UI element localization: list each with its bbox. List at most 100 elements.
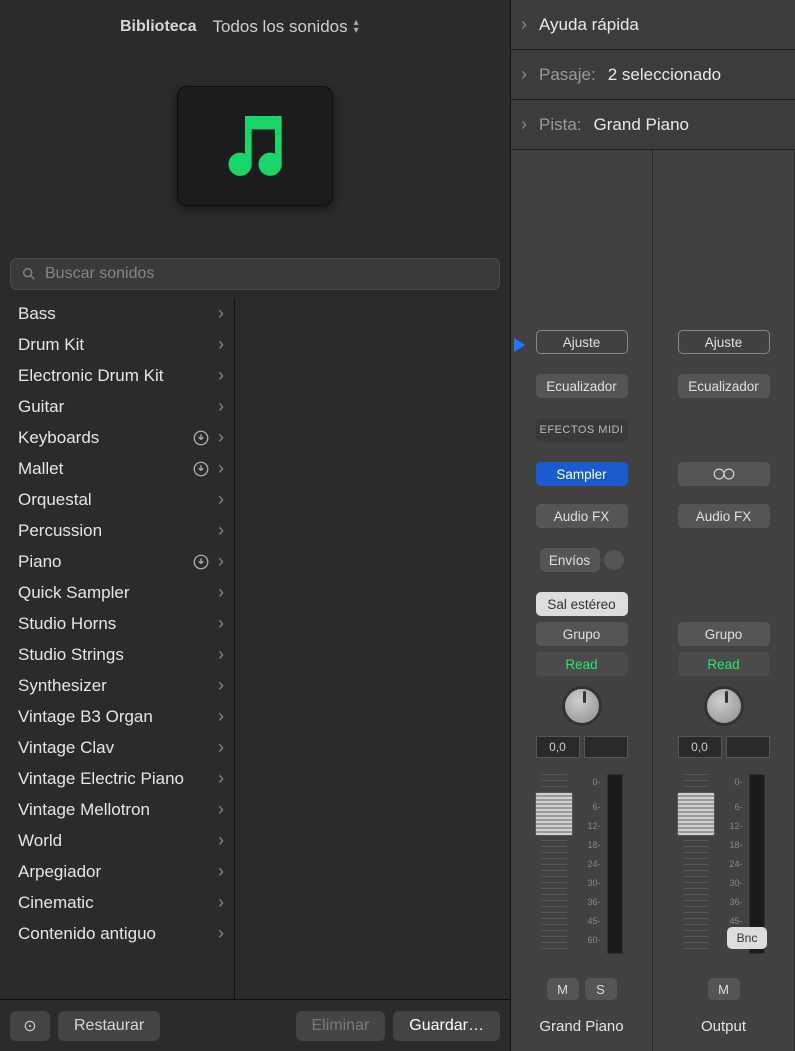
category-detail xyxy=(235,298,510,999)
channel-strip: Ajuste Ecualizador EFECTOS MIDI Sampler Audi… xyxy=(511,150,653,1051)
group-slot[interactable]: Grupo xyxy=(678,622,770,646)
category-browser: Bass Drum Kit Electronic Drum Kit Guitar Key… xyxy=(0,298,510,999)
category-label: Synthesizer xyxy=(18,676,210,696)
pan-knob[interactable] xyxy=(704,686,744,726)
fader-cap[interactable] xyxy=(677,792,715,836)
audio-fx-slot[interactable]: Audio FX xyxy=(536,504,628,528)
category-label: Keyboards xyxy=(18,428,192,448)
chevron-right-icon xyxy=(218,644,224,665)
download-icon[interactable] xyxy=(192,460,210,478)
category-item[interactable]: Electronic Drum Kit xyxy=(0,360,234,391)
more-actions-button[interactable]: ⊙ xyxy=(10,1011,50,1041)
chevron-right-icon xyxy=(218,365,224,386)
search-icon xyxy=(21,266,37,282)
category-item[interactable]: Bass xyxy=(0,298,234,329)
level-meter xyxy=(607,774,623,954)
chevron-right-icon xyxy=(218,551,224,572)
category-item[interactable]: Vintage B3 Organ xyxy=(0,701,234,732)
category-item[interactable]: Orquestal xyxy=(0,484,234,515)
category-item[interactable]: Synthesizer xyxy=(0,670,234,701)
channel-name[interactable]: Output xyxy=(701,1018,746,1035)
category-item[interactable]: Studio Horns xyxy=(0,608,234,639)
track-key: Pista: xyxy=(539,115,582,135)
category-label: Electronic Drum Kit xyxy=(18,366,210,386)
chevron-right-icon xyxy=(218,768,224,789)
region-key: Pasaje: xyxy=(539,65,596,85)
category-label: Contenido antiguo xyxy=(18,924,210,944)
chevron-right-icon xyxy=(521,114,527,135)
search-field[interactable] xyxy=(10,258,500,290)
category-label: Piano xyxy=(18,552,192,572)
instrument-slot[interactable]: Sampler xyxy=(536,462,628,486)
group-slot[interactable]: Grupo xyxy=(536,622,628,646)
region-row[interactable]: Pasaje: 2 seleccionado xyxy=(511,50,795,100)
category-item[interactable]: Cinematic xyxy=(0,887,234,918)
playhead-indicator xyxy=(514,338,525,352)
category-item[interactable]: Guitar xyxy=(0,391,234,422)
eq-slot[interactable]: Ecualizador xyxy=(536,374,628,398)
search-input[interactable] xyxy=(43,264,489,284)
mute-button[interactable]: M xyxy=(547,978,579,1000)
category-item[interactable]: World xyxy=(0,825,234,856)
volume-fader[interactable] xyxy=(683,774,709,954)
category-list[interactable]: Bass Drum Kit Electronic Drum Kit Guitar Key… xyxy=(0,298,235,999)
category-label: Drum Kit xyxy=(18,335,210,355)
send-knob[interactable] xyxy=(604,550,624,570)
download-icon[interactable] xyxy=(192,429,210,447)
category-item[interactable]: Studio Strings xyxy=(0,639,234,670)
channel-strip: AjusteEcualizadorAudio FXGrupoRead0,00-6… xyxy=(653,150,795,1051)
eq-slot[interactable]: Ecualizador xyxy=(678,374,770,398)
audio-fx-slot[interactable]: Audio FX xyxy=(678,504,770,528)
category-label: Cinematic xyxy=(18,893,210,913)
volume-fader[interactable] xyxy=(541,774,567,954)
library-header: Biblioteca Todos los sonidos ▴▾ xyxy=(0,0,510,46)
chevron-right-icon xyxy=(218,923,224,944)
pan-value[interactable]: 0,0 xyxy=(536,736,580,758)
chevron-right-icon xyxy=(218,613,224,634)
category-item[interactable]: Keyboards xyxy=(0,422,234,453)
restore-button[interactable]: Restaurar xyxy=(58,1011,160,1041)
category-item[interactable]: Drum Kit xyxy=(0,329,234,360)
category-item[interactable]: Percussion xyxy=(0,515,234,546)
category-item[interactable]: Quick Sampler xyxy=(0,577,234,608)
midi-fx-slot[interactable]: EFECTOS MIDI xyxy=(536,418,628,442)
output-io-slot[interactable]: Sal estéreo xyxy=(536,592,628,616)
pan-value[interactable]: 0,0 xyxy=(678,736,722,758)
automation-mode-slot[interactable]: Read xyxy=(678,652,770,676)
channel-name[interactable]: Grand Piano xyxy=(539,1018,623,1035)
delete-button[interactable]: Eliminar xyxy=(296,1011,386,1041)
chevron-right-icon xyxy=(521,64,527,85)
setting-slot[interactable]: Ajuste xyxy=(678,330,770,354)
category-item[interactable]: Arpegiador xyxy=(0,856,234,887)
chevron-right-icon xyxy=(218,861,224,882)
fader-cap[interactable] xyxy=(535,792,573,836)
sounds-dropdown[interactable]: Todos los sonidos ▴▾ xyxy=(212,17,358,37)
download-icon[interactable] xyxy=(192,553,210,571)
quick-help-label: Ayuda rápida xyxy=(539,15,639,35)
automation-mode-slot[interactable]: Read xyxy=(536,652,628,676)
library-title[interactable]: Biblioteca xyxy=(120,18,196,36)
solo-button[interactable]: S xyxy=(585,978,617,1000)
track-row[interactable]: Pista: Grand Piano xyxy=(511,100,795,150)
category-label: Vintage Electric Piano xyxy=(18,769,210,789)
bounce-button[interactable]: Bnc xyxy=(727,927,767,949)
mute-button[interactable]: M xyxy=(708,978,740,1000)
category-item[interactable]: Vintage Electric Piano xyxy=(0,763,234,794)
category-item[interactable]: Contenido antiguo xyxy=(0,918,234,949)
peak-value xyxy=(584,736,628,758)
pan-knob[interactable] xyxy=(562,686,602,726)
category-label: Arpegiador xyxy=(18,862,210,882)
category-item[interactable]: Vintage Clav xyxy=(0,732,234,763)
category-item[interactable]: Vintage Mellotron xyxy=(0,794,234,825)
patch-artwork-area xyxy=(0,46,510,246)
sounds-dropdown-label: Todos los sonidos xyxy=(212,17,347,37)
quick-help-row[interactable]: Ayuda rápida xyxy=(511,0,795,50)
category-item[interactable]: Piano xyxy=(0,546,234,577)
category-item[interactable]: Mallet xyxy=(0,453,234,484)
sends-slot[interactable]: Envíos xyxy=(540,548,600,572)
category-label: Studio Strings xyxy=(18,645,210,665)
setting-slot[interactable]: Ajuste xyxy=(536,330,628,354)
save-button[interactable]: Guardar… xyxy=(393,1011,500,1041)
stereo-link-icon[interactable] xyxy=(678,462,770,486)
category-label: Quick Sampler xyxy=(18,583,210,603)
